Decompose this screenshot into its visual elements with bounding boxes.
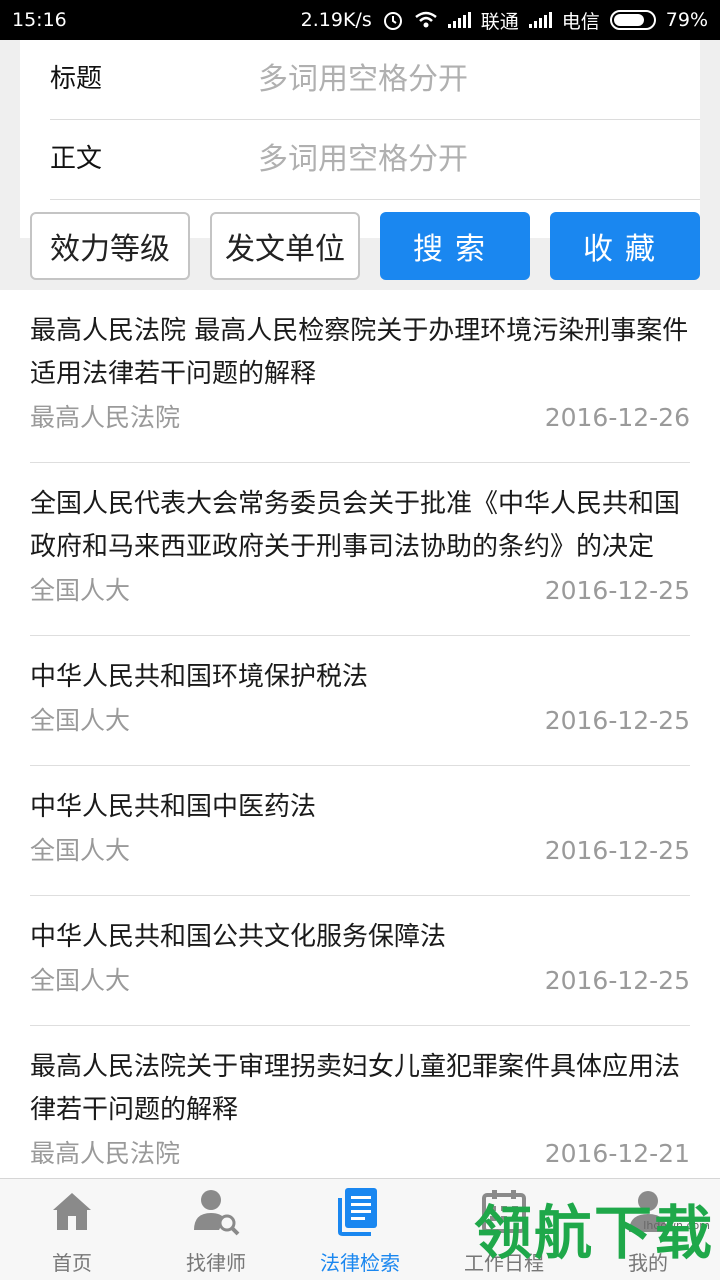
item-source: 最高人民法院 (30, 403, 181, 432)
wifi-icon (414, 11, 437, 28)
list-item[interactable]: 全国人民代表大会常务委员会关于批准《中华人民共和国政府和马来西亚政府关于刑事司法… (30, 463, 690, 636)
item-date: 2016-12-25 (544, 576, 690, 605)
status-bar: 15:16 2.19K/s 联通 电信 79% (0, 0, 720, 40)
lawyer-search-icon (190, 1185, 242, 1237)
search-fields: 标题 正文 (20, 40, 700, 238)
favorite-button[interactable]: 收藏 (550, 212, 700, 280)
item-date: 2016-12-25 (544, 966, 690, 995)
list-item[interactable]: 最高人民法院关于审理拐卖妇女儿童犯罪案件具体应用法律若干问题的解释 最高人民法院… (30, 1026, 690, 1178)
results-list: 最高人民法院 最高人民检察院关于办理环境污染刑事案件适用法律若干问题的解释 最高… (0, 290, 720, 1178)
search-panel: 标题 正文 效力等级 发文单位 搜索 收藏 (0, 40, 720, 290)
alarm-icon (383, 12, 402, 30)
search-button[interactable]: 搜索 (380, 212, 530, 280)
item-title: 中华人民共和国中医药法 (30, 792, 317, 822)
list-item[interactable]: 中华人民共和国环境保护税法 全国人大 2016-12-25 (30, 636, 690, 766)
item-date: 2016-12-26 (544, 403, 690, 432)
item-source: 最高人民法院 (30, 1139, 181, 1168)
signal-4g-icon (528, 12, 552, 28)
item-source: 全国人大 (30, 576, 131, 605)
signal-icon (447, 12, 471, 28)
list-item[interactable]: 中华人民共和国中医药法 全国人大 2016-12-25 (30, 766, 690, 896)
item-source: 全国人大 (30, 706, 131, 735)
body-field-row: 正文 (50, 120, 700, 200)
item-title: 中华人民共和国环境保护税法 (30, 662, 369, 692)
battery-fill (613, 14, 644, 26)
item-title: 最高人民法院关于审理拐卖妇女儿童犯罪案件具体应用法律若干问题的解释 (30, 1052, 681, 1125)
tab-label: 首页 (52, 1251, 92, 1275)
item-date: 2016-12-25 (544, 836, 690, 865)
title-label: 标题 (50, 64, 103, 94)
issuer-filter-button[interactable]: 发文单位 (210, 212, 360, 280)
battery-icon (609, 10, 656, 30)
level-filter-button[interactable]: 效力等级 (30, 212, 190, 280)
item-source: 全国人大 (30, 966, 131, 995)
list-item[interactable]: 最高人民法院 最高人民检察院关于办理环境污染刑事案件适用法律若干问题的解释 最高… (30, 290, 690, 463)
item-date: 2016-12-21 (544, 1139, 690, 1168)
item-date: 2016-12-25 (544, 706, 690, 735)
document-icon (334, 1185, 386, 1237)
status-time: 15:16 (12, 9, 67, 31)
body-input[interactable] (258, 134, 678, 184)
tab-find-lawyer[interactable]: 找律师 (144, 1179, 288, 1280)
item-title: 最高人民法院 最高人民检察院关于办理环境污染刑事案件适用法律若干问题的解释 (30, 316, 689, 389)
carrier-2: 电信 (561, 10, 600, 33)
battery-percent: 79% (665, 9, 708, 31)
list-item[interactable]: 中华人民共和国公共文化服务保障法 全国人大 2016-12-25 (30, 896, 690, 1026)
tab-label: 法律检索 (320, 1251, 400, 1275)
item-title: 中华人民共和国公共文化服务保障法 (30, 922, 447, 952)
tab-legal-search[interactable]: 法律检索 (288, 1179, 432, 1280)
body-label: 正文 (50, 144, 103, 174)
watermark-logo: 领航下载 (473, 1199, 714, 1267)
item-source: 全国人大 (30, 836, 131, 865)
tab-label: 找律师 (186, 1251, 246, 1275)
carrier-1: 联通 (480, 10, 519, 33)
network-speed: 2.19K/s (300, 9, 372, 31)
title-input[interactable] (258, 54, 678, 104)
title-field-row: 标题 (50, 40, 700, 120)
item-title: 全国人民代表大会常务委员会关于批准《中华人民共和国政府和马来西亚政府关于刑事司法… (30, 489, 681, 562)
home-icon (46, 1185, 98, 1237)
tab-home[interactable]: 首页 (0, 1179, 144, 1280)
